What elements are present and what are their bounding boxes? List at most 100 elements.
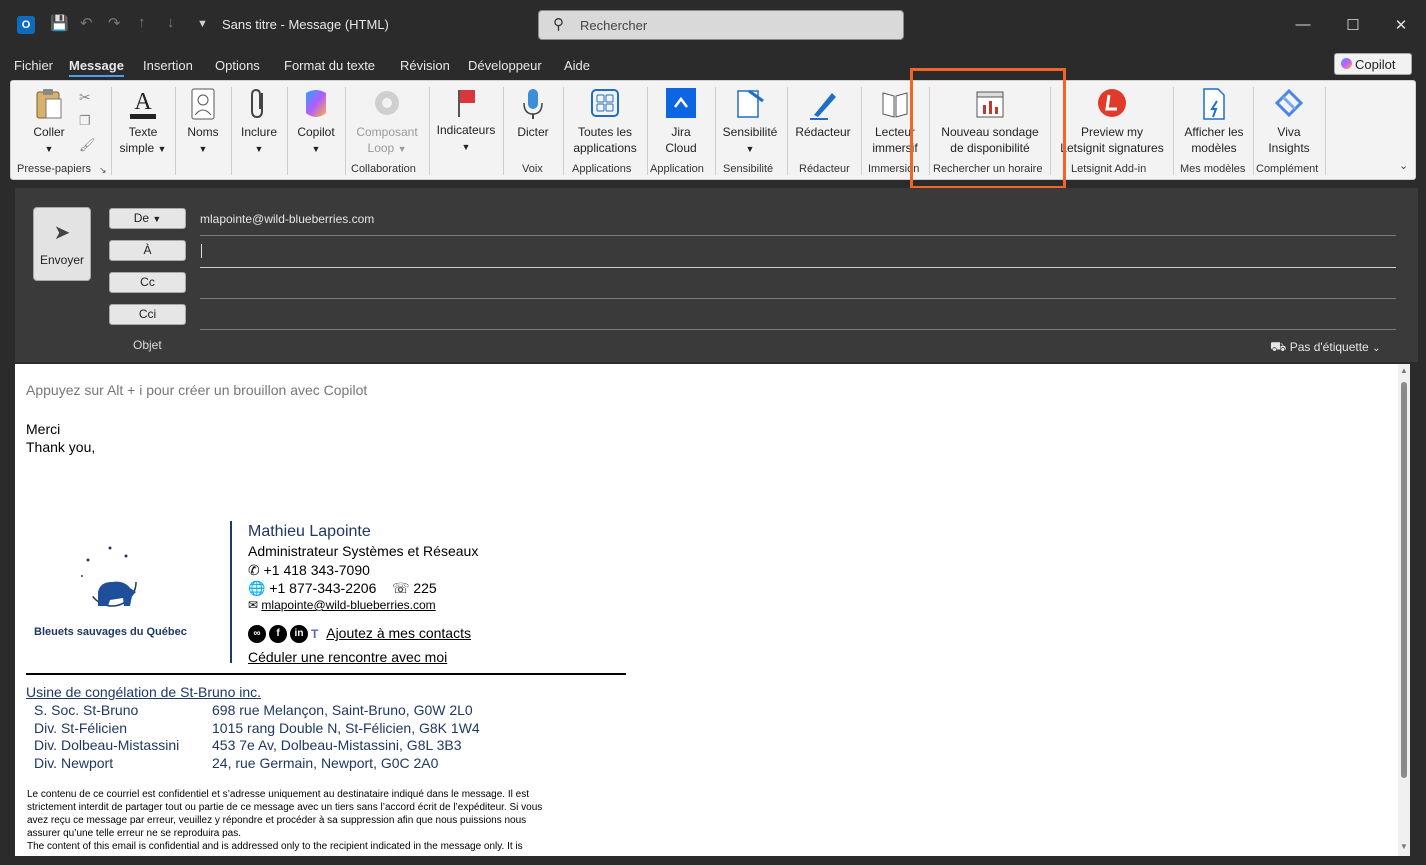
immersive-reader-button[interactable]: Lecteur immersif — [867, 87, 923, 156]
templates-icon — [1203, 88, 1225, 120]
copilot-button[interactable]: Copilot — [1334, 53, 1412, 75]
copilot-logo-icon — [306, 90, 326, 117]
title-bar: O 💾 ↶ ↷ ↑ ↓ ▼ Sans titre - Message (HTML… — [0, 0, 1426, 52]
send-button[interactable]: ➤ Envoyer — [33, 207, 91, 281]
tags-button[interactable]: Indicateurs ▼ — [435, 87, 497, 155]
phone-icon: ✆ — [248, 562, 260, 578]
preview-signatures-button[interactable]: Preview my Letsignit signatures — [1056, 87, 1168, 156]
chevron-down-icon: ⌄ — [1372, 343, 1381, 354]
loop-component-button[interactable]: Composant Loop ▼ — [351, 87, 423, 157]
logo-text: Bleuets sauvages du Québec — [34, 626, 187, 638]
facebook-icon[interactable]: f — [269, 625, 287, 644]
menu-revision[interactable]: Révision — [400, 58, 450, 73]
close-icon[interactable]: ✕ — [1391, 16, 1411, 34]
redo-icon[interactable]: ↷ — [108, 14, 121, 32]
menu-aide[interactable]: Aide — [564, 58, 590, 73]
body-line-merci: Merci — [26, 421, 61, 437]
from-button[interactable]: De ▼ — [109, 208, 186, 229]
minimize-icon[interactable]: — — [1293, 16, 1313, 33]
paperclip-icon — [251, 88, 263, 119]
copilot-ribbon-button[interactable]: Copilot ▼ — [293, 87, 339, 157]
viva-label2: Insights — [1268, 141, 1310, 155]
copilot-hint: Appuyez sur Alt + i pour créer un brouil… — [26, 382, 368, 398]
paste-button[interactable]: Coller ▼ — [27, 87, 71, 157]
scroll-down-icon[interactable]: ▼ — [1400, 842, 1408, 851]
sig-phone-row: ✆ +1 418 343-7090 — [248, 562, 370, 579]
add-contacts-link[interactable]: Ajoutez à mes contacts — [326, 625, 471, 641]
save-icon[interactable]: 💾 — [50, 14, 69, 32]
link-icon[interactable]: ∞ — [248, 625, 266, 644]
font-a-icon: A — [130, 89, 156, 119]
format-painter-icon[interactable]: 🖌 — [79, 137, 96, 153]
menu-format-du-texte[interactable]: Format du texte — [284, 58, 375, 73]
subject-field[interactable] — [200, 334, 1250, 356]
editor-button[interactable]: Rédacteur — [793, 87, 853, 140]
site-address: 24, rue Germain, Newport, G0C 2A0 — [212, 755, 439, 771]
group-mes-modeles: Mes modèles — [1180, 163, 1246, 175]
group-rechercher-un-horaire: Rechercher un horaire — [933, 163, 1043, 175]
ribbon-expand-icon[interactable]: ⌄ — [1399, 159, 1408, 172]
menu-message[interactable]: Message — [69, 58, 124, 77]
jira-label2: Cloud — [665, 141, 697, 155]
teams-icon[interactable]: T — [311, 627, 318, 641]
to-button[interactable]: À — [109, 240, 186, 261]
paste-label: Coller — [33, 125, 65, 139]
apps-grid-icon — [591, 89, 619, 117]
sig-tollfree-row: 🌐 +1 877-343-2206 ☏ 225 — [248, 580, 437, 597]
search-placeholder: Rechercher — [580, 18, 648, 33]
menu-options[interactable]: Options — [215, 58, 260, 73]
window-title: Sans titre - Message (HTML) — [222, 17, 389, 32]
reader-label2: immersif — [872, 141, 918, 155]
immersive-reader-icon — [882, 92, 908, 118]
all-apps-button[interactable]: Toutes les applications — [569, 87, 641, 156]
sensitivity-value: Pas d'étiquette — [1289, 340, 1369, 354]
sensitivity-label-button[interactable]: ⛟ Pas d'étiquette ⌄ — [1270, 339, 1380, 357]
menu-fichier[interactable]: Fichier — [14, 58, 53, 73]
dialog-launcher-icon[interactable]: ↘ — [99, 165, 107, 176]
customize-qat-icon[interactable]: ▼ — [197, 18, 208, 30]
ribbon: Coller ▼ ✂ ❐ 🖌 Presse-papiers ↘ A Texte si… — [10, 80, 1416, 180]
bcc-button[interactable]: Cci — [109, 304, 186, 325]
schedule-meeting-link[interactable]: Céduler une rencontre avec moi — [248, 649, 447, 665]
bcc-field[interactable] — [200, 306, 1396, 328]
company-link[interactable]: Usine de congélation de St-Bruno inc. — [26, 684, 261, 700]
maximize-icon[interactable]: ☐ — [1343, 16, 1363, 34]
next-item-icon[interactable]: ↓ — [167, 14, 175, 31]
loop-label: Composant — [356, 125, 418, 139]
group-presse-papiers: Presse-papiers — [17, 163, 91, 175]
basic-text-label: Texte — [128, 125, 158, 139]
scroll-thumb[interactable] — [1401, 382, 1407, 778]
menu-developpeur[interactable]: Développeur — [468, 58, 542, 73]
previous-item-icon[interactable]: ↑ — [138, 14, 146, 31]
message-body[interactable]: Appuyez sur Alt + i pour créer un brouil… — [15, 364, 1398, 856]
include-button[interactable]: Inclure ▼ — [237, 87, 281, 157]
cc-button[interactable]: Cc — [109, 272, 186, 293]
cc-field[interactable] — [200, 274, 1396, 296]
sig-tollfree: +1 877-343-2206 — [269, 580, 377, 596]
cut-icon[interactable]: ✂ — [79, 89, 91, 106]
body-scrollbar[interactable]: ▲ ▼ — [1398, 364, 1410, 856]
sig-email-link[interactable]: mlapointe@wild-blueberries.com — [261, 598, 435, 612]
viva-insights-button[interactable]: Viva Insights — [1259, 87, 1319, 156]
outlook-icon: O — [17, 16, 35, 34]
dictate-button[interactable]: Dicter — [509, 87, 557, 140]
new-availability-poll-button[interactable]: Nouveau sondage de disponibilité — [935, 87, 1045, 156]
linkedin-icon[interactable]: in — [290, 625, 308, 644]
search-box[interactable]: ⚲ Rechercher — [538, 10, 904, 40]
site-address: 1015 rang Double N, St-Félicien, G8K 1W4 — [212, 720, 480, 736]
group-application: Application — [650, 163, 704, 175]
show-templates-button[interactable]: Afficher les modèles — [1179, 87, 1249, 156]
bear-logo-icon — [81, 546, 137, 607]
microphone-icon — [523, 89, 543, 119]
basic-text-button[interactable]: A Texte simple ▼ — [117, 87, 169, 157]
undo-icon[interactable]: ↶ — [80, 14, 93, 32]
copy-icon[interactable]: ❐ — [79, 113, 91, 129]
names-button[interactable]: Noms ▼ — [181, 87, 225, 157]
scroll-up-icon[interactable]: ▲ — [1400, 366, 1408, 375]
sensitivity-button[interactable]: Sensibilité ▼ — [721, 87, 779, 157]
menu-insertion[interactable]: Insertion — [143, 58, 193, 73]
signature-divider — [230, 521, 232, 663]
to-field[interactable] — [200, 242, 1396, 264]
jira-cloud-button[interactable]: Jira Cloud — [653, 87, 709, 156]
disclaimer-line: Le contenu de ce courriel est confidenti… — [27, 789, 529, 800]
